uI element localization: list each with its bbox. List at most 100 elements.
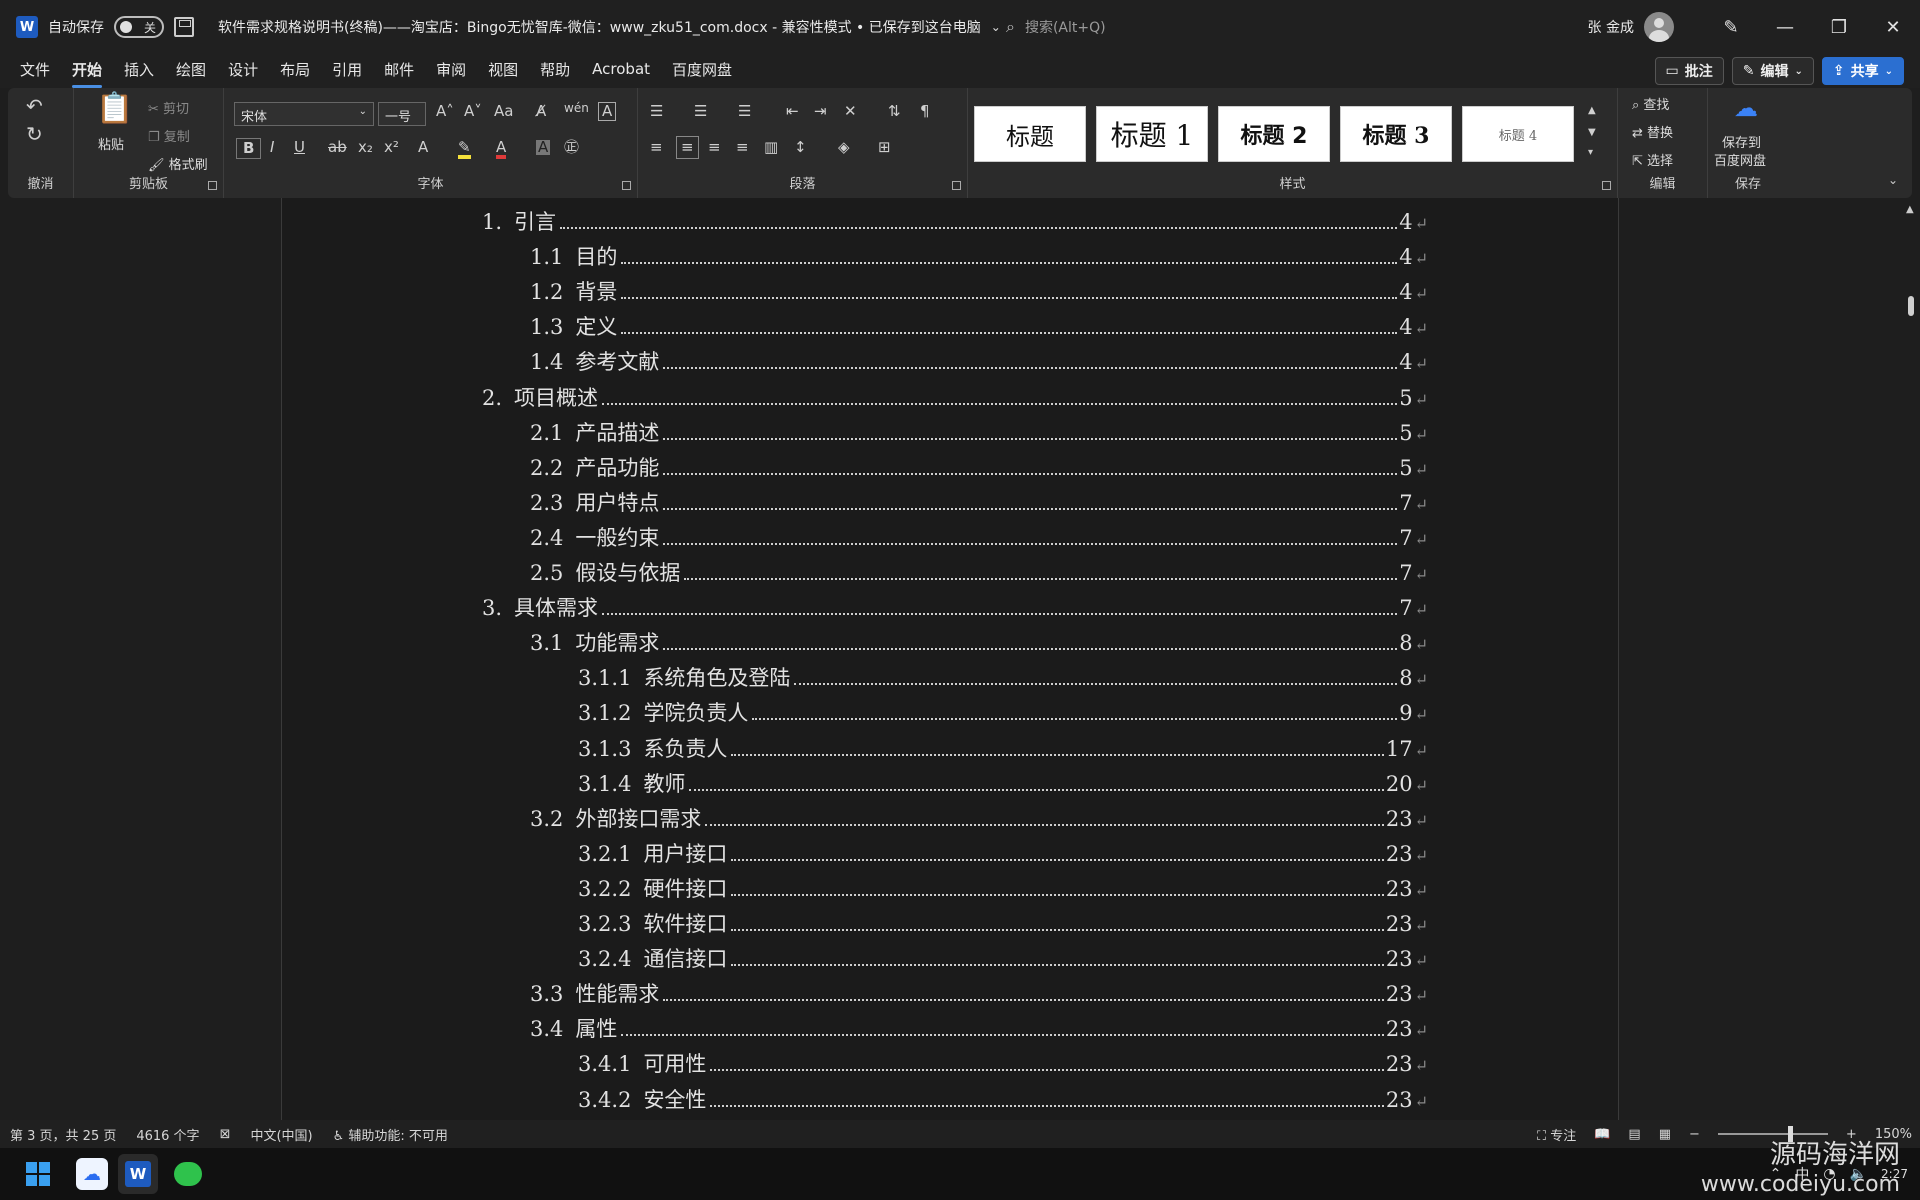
select-button[interactable]: ⇱ 选择 xyxy=(1632,150,1673,169)
language[interactable]: 中文(中国) xyxy=(250,1125,312,1144)
style-heading-3[interactable]: 标题 3 xyxy=(1340,106,1452,162)
font-size-select[interactable]: 一号 xyxy=(378,102,426,126)
superscript-icon[interactable]: x² xyxy=(384,140,399,155)
toc-entry[interactable]: 3.3 性能需求 23 ↵ xyxy=(530,978,1428,1013)
wechat-icon[interactable] xyxy=(168,1154,208,1194)
chevron-up-icon[interactable]: ▲ xyxy=(1588,106,1596,116)
strikethrough-icon[interactable]: ab xyxy=(328,140,347,155)
find-button[interactable]: ⌕ 查找 xyxy=(1632,94,1669,113)
toc-entry[interactable]: 3.2.1 用户接口 23 ↵ xyxy=(578,838,1428,873)
toc-entry[interactable]: 3.4 属性 23 ↵ xyxy=(530,1013,1428,1048)
format-painter-button[interactable]: 🖌 格式刷 xyxy=(148,154,208,173)
toc-entry[interactable]: 3.1.2 学院负责人 9 ↵ xyxy=(578,697,1428,732)
text-effects-icon[interactable]: A xyxy=(418,140,428,155)
sort-icon[interactable]: ⇅ xyxy=(888,104,901,119)
editing-mode-button[interactable]: ✎ 编辑 ⌄ xyxy=(1731,57,1814,85)
style-heading-4[interactable]: 标题 4 xyxy=(1462,106,1574,162)
user-name[interactable]: 张 金成 xyxy=(1588,17,1634,37)
windows-start-icon[interactable] xyxy=(18,1154,58,1194)
paste-icon[interactable]: 📋 xyxy=(96,94,133,124)
toc-entry[interactable]: 3.2 外部接口需求 23 ↵ xyxy=(530,803,1428,838)
distributed-icon[interactable]: ▥ xyxy=(764,140,778,155)
zoom-out-icon[interactable]: − xyxy=(1689,1127,1700,1142)
toc-entry[interactable]: 1.4 参考文献 4 ↵ xyxy=(530,346,1428,381)
tab-view[interactable]: 视图 xyxy=(488,59,518,84)
copy-button[interactable]: ❐ 复制 xyxy=(148,126,190,145)
borders-icon[interactable]: ⊞ xyxy=(878,140,891,155)
avatar[interactable] xyxy=(1644,12,1674,42)
chevron-down-icon[interactable]: ⌄ xyxy=(991,20,1001,34)
character-shading-icon[interactable]: A xyxy=(536,140,551,155)
toc-entry[interactable]: 3.1.3 系负责人 17 ↵ xyxy=(578,733,1428,768)
align-right-icon[interactable]: ≡ xyxy=(708,140,721,155)
word-count[interactable]: 4616 个字 xyxy=(136,1125,199,1144)
font-color-icon[interactable]: A xyxy=(496,140,507,159)
tab-home[interactable]: 开始 xyxy=(72,59,103,88)
restore-button[interactable]: ❐ xyxy=(1812,0,1866,54)
subscript-icon[interactable]: x₂ xyxy=(358,140,373,155)
tab-file[interactable]: 文件 xyxy=(20,59,50,84)
redo-icon[interactable]: ↻ xyxy=(26,124,43,144)
font-name-select[interactable]: 宋体 ⌄ xyxy=(234,102,374,126)
toc-entry[interactable]: 3.2.4 通信接口 23 ↵ xyxy=(578,943,1428,978)
document-title[interactable]: 软件需求规格说明书(终稿)——淘宝店：Bingo无忧智库-微信：www_zku5… xyxy=(218,17,981,37)
clipboard-launcher-icon[interactable] xyxy=(208,181,217,190)
paragraph-launcher-icon[interactable] xyxy=(952,181,961,190)
paste-button[interactable]: 粘贴 xyxy=(98,134,124,153)
styles-more-icon[interactable]: ▾ xyxy=(1588,148,1593,158)
baidu-netdisk-icon[interactable]: ☁ xyxy=(76,1158,108,1190)
justify-icon[interactable]: ≡ xyxy=(736,140,749,155)
web-layout-icon[interactable]: ▦ xyxy=(1659,1127,1671,1142)
minimize-button[interactable]: — xyxy=(1758,0,1812,54)
style-heading-1[interactable]: 标题 1 xyxy=(1096,106,1208,162)
autosave-toggle[interactable]: 关 xyxy=(114,16,164,38)
tab-references[interactable]: 引用 xyxy=(332,59,362,84)
cut-button[interactable]: ✂ 剪切 xyxy=(148,98,189,117)
tab-mailings[interactable]: 邮件 xyxy=(384,59,414,84)
align-left-icon[interactable]: ≡ xyxy=(650,140,663,155)
undo-icon[interactable]: ↶ xyxy=(26,96,43,116)
shading-icon[interactable]: ◈ xyxy=(838,140,850,155)
chevron-down-icon[interactable]: ▼ xyxy=(1588,128,1596,138)
save-icon[interactable] xyxy=(174,17,194,37)
styles-launcher-icon[interactable] xyxy=(1602,181,1611,190)
bullets-icon[interactable]: ☰ xyxy=(650,104,663,119)
asian-layout-icon[interactable]: ✕ xyxy=(844,104,857,119)
tab-layout[interactable]: 布局 xyxy=(280,59,310,84)
accessibility-status[interactable]: ♿ 辅助功能: 不可用 xyxy=(333,1125,448,1144)
scroll-up-icon[interactable]: ▲ xyxy=(1906,204,1916,215)
toc-entry[interactable]: 1.1 目的 4 ↵ xyxy=(530,241,1428,276)
tab-review[interactable]: 审阅 xyxy=(436,59,466,84)
toc-entry[interactable]: 2.5 假设与依据 7 ↵ xyxy=(530,557,1428,592)
read-mode-icon[interactable]: 📖 xyxy=(1594,1127,1610,1142)
numbering-icon[interactable]: ☰ xyxy=(694,104,707,119)
italic-icon[interactable]: I xyxy=(270,140,274,155)
tab-help[interactable]: 帮助 xyxy=(540,59,570,84)
save-to-baidu-line2[interactable]: 百度网盘 xyxy=(1714,150,1766,169)
grow-font-icon[interactable]: A˄ xyxy=(436,104,454,119)
vertical-scrollbar[interactable]: ▲ xyxy=(1906,200,1916,1116)
word-taskbar-icon[interactable]: W xyxy=(118,1154,158,1194)
show-marks-icon[interactable]: ¶ xyxy=(920,104,930,119)
toc-entry[interactable]: 3.1 功能需求 8 ↵ xyxy=(530,627,1428,662)
line-spacing-icon[interactable]: ↕ xyxy=(794,140,807,155)
clear-format-icon[interactable]: A̸ xyxy=(536,104,546,119)
comments-button[interactable]: ▭ 批注 xyxy=(1654,57,1724,85)
toc-entry[interactable]: 2.2 产品功能 5 ↵ xyxy=(530,452,1428,487)
style-title[interactable]: 标题 xyxy=(974,106,1086,162)
toc-entry[interactable]: 3.1.4 教师 20 ↵ xyxy=(578,768,1428,803)
phonetic-guide-icon[interactable]: wén xyxy=(564,102,589,114)
toc-entry[interactable]: 2. 项目概述 5 ↵ xyxy=(482,382,1428,417)
underline-icon[interactable]: U xyxy=(294,140,305,155)
toc-entry[interactable]: 3.1.1 系统角色及登陆 8 ↵ xyxy=(578,662,1428,697)
page-info[interactable]: 第 3 页，共 25 页 xyxy=(10,1125,116,1144)
decrease-indent-icon[interactable]: ⇤ xyxy=(786,104,799,119)
shrink-font-icon[interactable]: A˅ xyxy=(464,104,482,119)
bold-icon[interactable]: B xyxy=(236,138,262,159)
font-launcher-icon[interactable] xyxy=(622,181,631,190)
align-center-icon[interactable]: ≡ xyxy=(676,136,699,159)
tab-baidu[interactable]: 百度网盘 xyxy=(672,59,732,84)
character-border-icon[interactable]: A xyxy=(598,102,617,121)
toc-entry[interactable]: 1.3 定义 4 ↵ xyxy=(530,311,1428,346)
document-page[interactable]: 1. 引言 4 ↵ 1.1 目的 4 ↵ 1.2 背景 4 ↵ 1.3 定义 4 ↵ 1.4 参考文献 4 ↵ 2. 项目… xyxy=(281,198,1619,1120)
